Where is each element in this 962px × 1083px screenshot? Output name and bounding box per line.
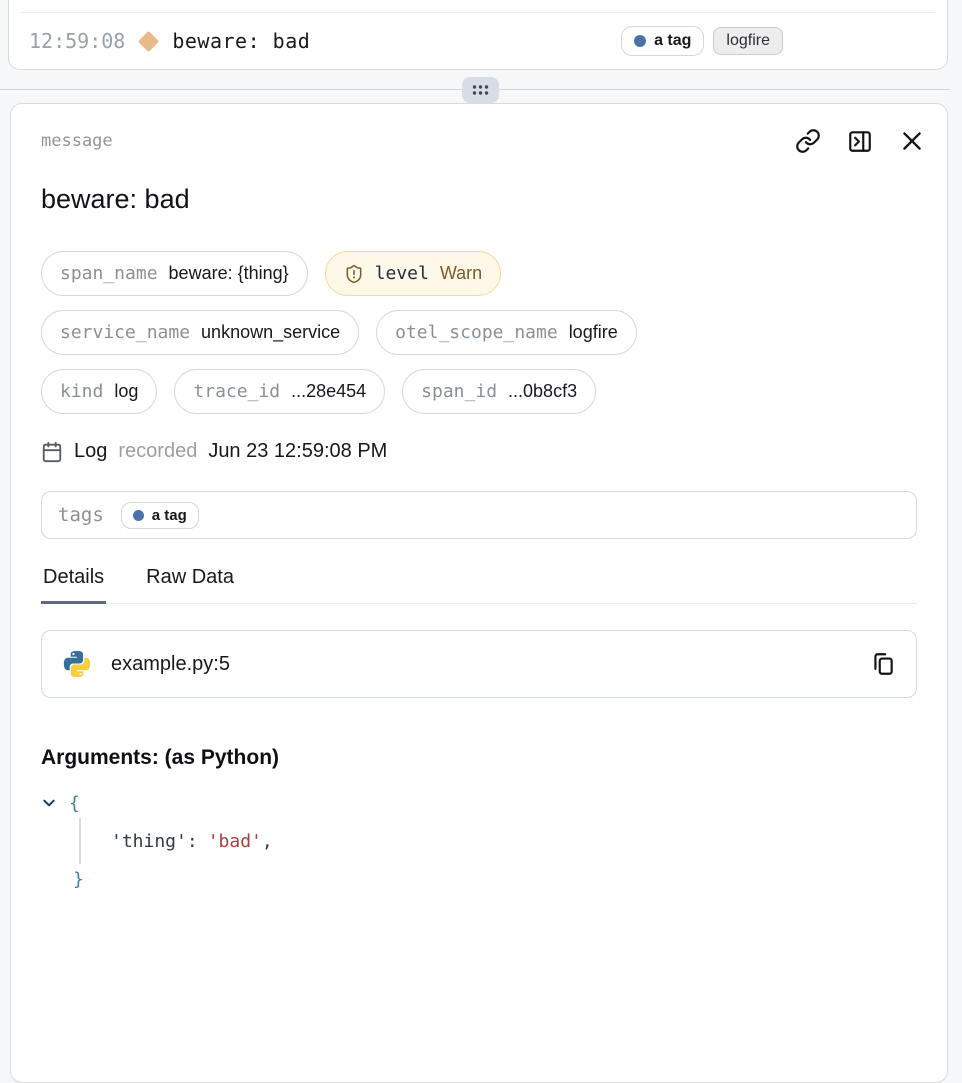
tab-details[interactable]: Details — [41, 566, 106, 604]
tag-badge[interactable]: a tag — [621, 26, 704, 56]
collapse-chevron-icon[interactable] — [41, 795, 57, 811]
close-brace: } — [73, 869, 84, 890]
close-icon[interactable] — [899, 128, 925, 154]
attr-key: level — [375, 263, 429, 284]
attr-key: otel_scope_name — [395, 322, 558, 343]
open-brace: { — [69, 793, 80, 814]
panel-title: beware: bad — [33, 184, 925, 215]
detail-tabs: Details Raw Data — [41, 565, 917, 604]
attr-key: span_name — [60, 263, 158, 284]
panel-field-label: message — [33, 131, 113, 151]
code-key: 'thing' — [111, 831, 187, 852]
copy-link-icon[interactable] — [795, 128, 821, 154]
recorded-timestamp-line: Log recorded Jun 23 12:59:08 PM — [33, 440, 925, 463]
copy-icon[interactable] — [870, 651, 896, 677]
tab-raw-data[interactable]: Raw Data — [144, 566, 236, 604]
attr-pill-span-name: span_name beware: {thing} — [41, 251, 308, 296]
record-kind: Log — [74, 440, 107, 463]
attr-value: ...28e454 — [291, 381, 366, 402]
detail-panel: message beware: bad — [10, 103, 948, 1083]
attr-pill-otel-scope-name: otel_scope_name logfire — [376, 310, 637, 355]
record-verb: recorded — [118, 440, 197, 463]
log-list-card: 12:59:08 beware: bad a tag logfire — [8, 0, 948, 70]
attr-key: span_id — [421, 381, 497, 402]
arguments-heading: Arguments: (as Python) — [33, 746, 925, 770]
attr-pill-span-id: span_id ...0b8cf3 — [402, 369, 596, 414]
source-location-box: example.py:5 — [41, 630, 917, 698]
attr-value: unknown_service — [201, 322, 340, 343]
indent-guide — [79, 818, 81, 864]
code-colon: : — [187, 831, 198, 852]
log-row[interactable]: 12:59:08 beware: bad a tag logfire — [21, 12, 935, 69]
warn-level-diamond-icon — [138, 30, 159, 51]
panel-resize-handle[interactable] — [462, 77, 499, 103]
calendar-icon — [41, 441, 63, 463]
code-string-value: 'bad' — [208, 831, 262, 852]
tag-badge[interactable]: a tag — [121, 502, 199, 529]
grip-dots-icon — [472, 84, 489, 96]
arguments-code-block: { 'thing': 'bad', } — [33, 784, 925, 898]
attr-key: trace_id — [193, 381, 280, 402]
source-file-line: example.py:5 — [111, 653, 230, 676]
attribute-pills: span_name beware: {thing} level Warn ser… — [33, 251, 925, 414]
log-message: beware: bad — [172, 29, 310, 53]
attr-pill-level: level Warn — [325, 251, 502, 296]
detail-panel-header: message — [33, 128, 925, 154]
attr-value: beware: {thing} — [169, 263, 289, 284]
log-timestamp: 12:59:08 — [29, 29, 125, 53]
tag-badge-label: a tag — [152, 507, 187, 524]
record-datetime: Jun 23 12:59:08 PM — [208, 440, 387, 463]
panel-header-actions — [795, 128, 925, 154]
tag-dot-icon — [634, 35, 646, 47]
attr-pill-service-name: service_name unknown_service — [41, 310, 359, 355]
attr-value: Warn — [440, 263, 482, 284]
attr-pill-kind: kind log — [41, 369, 157, 414]
python-logo-icon — [62, 649, 92, 679]
code-comma: , — [262, 831, 273, 852]
shield-alert-icon — [344, 264, 364, 284]
open-side-panel-icon[interactable] — [847, 128, 873, 154]
tags-box: tags a tag — [41, 491, 917, 539]
attr-key: kind — [60, 381, 103, 402]
tag-badge-label: a tag — [654, 32, 691, 50]
tags-label: tags — [58, 504, 104, 526]
attr-value: log — [114, 381, 138, 402]
log-row-badges: a tag logfire — [621, 26, 783, 56]
attr-value: ...0b8cf3 — [508, 381, 577, 402]
attr-value: logfire — [569, 322, 618, 343]
attr-pill-trace-id: trace_id ...28e454 — [174, 369, 385, 414]
attr-key: service_name — [60, 322, 190, 343]
tag-dot-icon — [133, 510, 144, 521]
scope-badge[interactable]: logfire — [713, 27, 783, 55]
